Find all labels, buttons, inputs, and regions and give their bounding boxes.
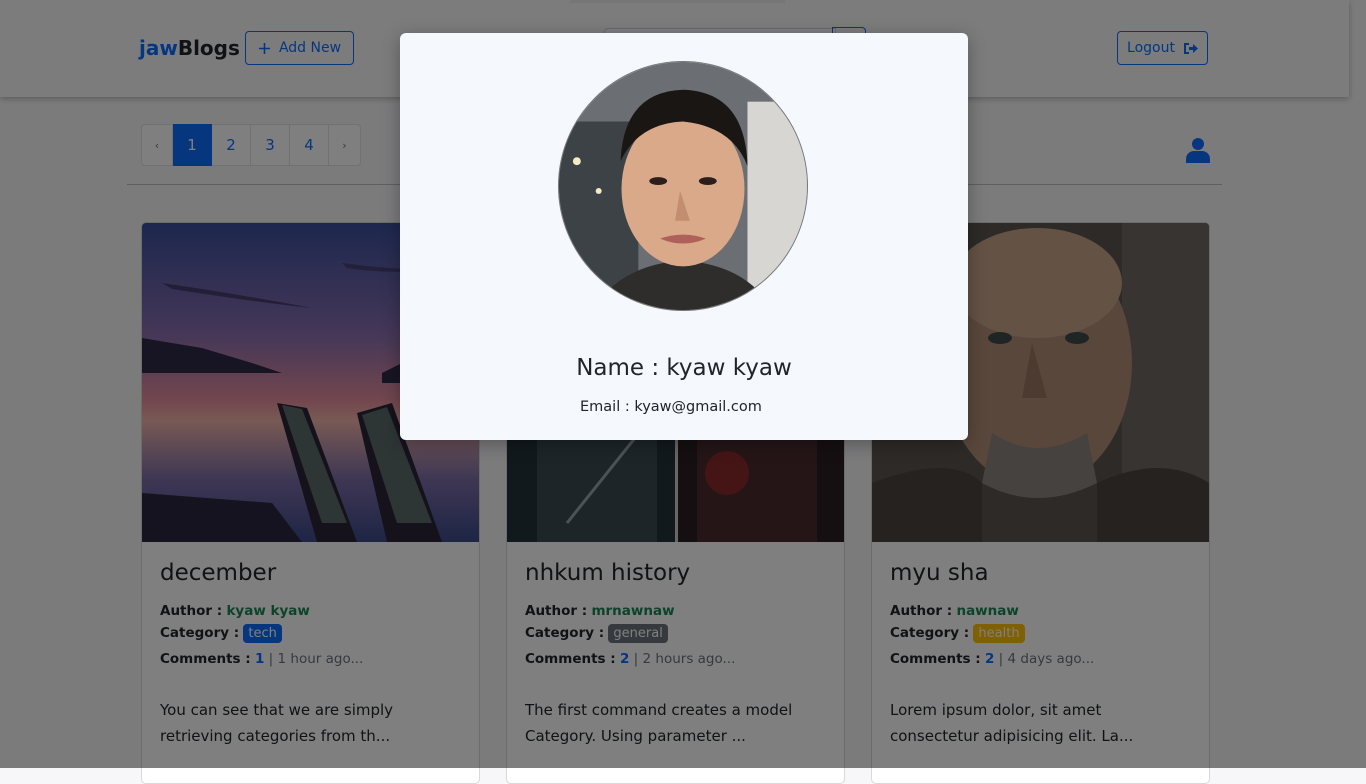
profile-modal: Name : kyaw kyaw Email : kyaw@gmail.com [400, 33, 968, 440]
profile-avatar [558, 61, 808, 311]
profile-email: Email : kyaw@gmail.com [580, 399, 762, 415]
profile-name: Name : kyaw kyaw [576, 355, 792, 381]
